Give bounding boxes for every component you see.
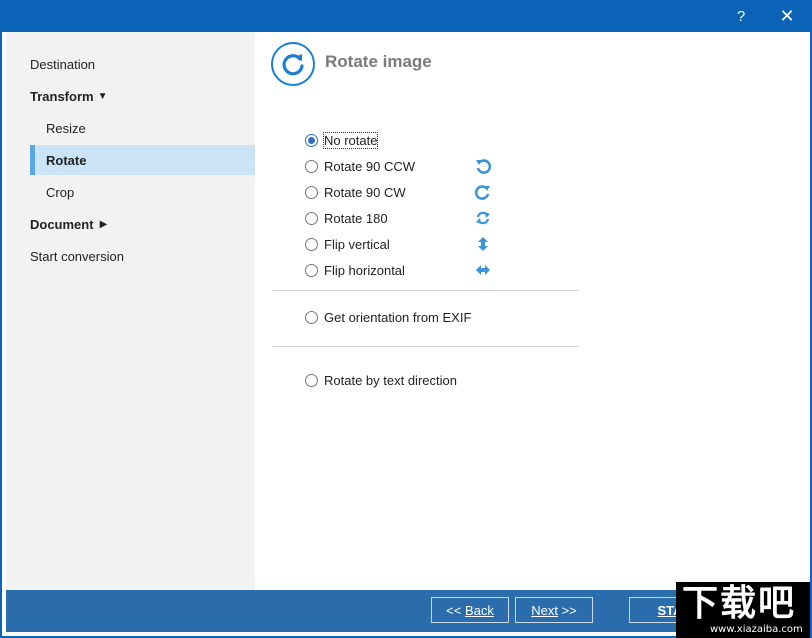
sidebar-item-document[interactable]: Document ▶ — [30, 209, 107, 239]
option-label: Rotate 180 — [324, 210, 388, 226]
option-label: Get orientation from EXIF — [324, 309, 472, 325]
divider — [273, 290, 579, 291]
sidebar-item-label: Rotate — [46, 152, 87, 168]
watermark-logo: 下载吧 www.xiazaiba.com — [676, 582, 810, 638]
sidebar-item-destination[interactable]: Destination — [30, 49, 95, 79]
radio-button[interactable] — [305, 310, 318, 324]
option-no-rotate[interactable]: No rotate — [305, 129, 379, 151]
sidebar-item-label: Resize — [46, 120, 86, 136]
close-button[interactable]: ✕ — [764, 0, 810, 32]
option-flip-horizontal[interactable]: Flip horizontal — [305, 259, 495, 281]
sidebar: Destination Transform ▼ Resize Rotate Cr… — [6, 32, 255, 590]
sidebar-item-transform[interactable]: Transform ▼ — [30, 81, 107, 111]
page-title: Rotate image — [325, 52, 432, 71]
rotate-cw-icon — [271, 42, 315, 86]
back-button[interactable]: << Back — [431, 597, 509, 623]
radio-button[interactable] — [305, 237, 318, 251]
main-panel: Rotate image No rotate Rotate 90 CCW Rot… — [255, 32, 810, 590]
watermark-url: www.xiazaiba.com — [710, 624, 803, 635]
option-orientation-exif[interactable]: Get orientation from EXIF — [305, 306, 471, 328]
option-label: Rotate 90 CCW — [324, 158, 416, 174]
option-label: No rotate — [322, 131, 379, 149]
sidebar-item-label: Start conversion — [30, 248, 124, 264]
next-label: Next — [531, 602, 558, 618]
sidebar-item-label: Crop — [46, 184, 75, 200]
option-rotate-90-cw[interactable]: Rotate 90 CW — [305, 181, 495, 203]
radio-button[interactable] — [305, 373, 318, 387]
help-button[interactable]: ? — [718, 0, 764, 32]
back-prefix: << — [446, 602, 465, 618]
radio-button[interactable] — [305, 211, 318, 225]
option-rotate-text-direction[interactable]: Rotate by text direction — [305, 369, 457, 391]
sidebar-item-crop[interactable]: Crop — [30, 177, 255, 207]
option-label: Flip horizontal — [324, 262, 405, 278]
window-titlebar: ? ✕ — [0, 0, 812, 32]
rotate-cw-icon — [475, 185, 490, 200]
option-label: Rotate by text direction — [324, 372, 457, 388]
watermark-text: 下载吧 — [682, 583, 797, 624]
sidebar-item-label: Document — [30, 216, 94, 232]
next-suffix: >> — [557, 602, 577, 618]
flip-horizontal-icon — [476, 265, 490, 275]
window-client: Destination Transform ▼ Resize Rotate Cr… — [2, 32, 810, 636]
next-button[interactable]: Next >> — [515, 597, 593, 623]
sidebar-item-label: Transform — [30, 88, 94, 104]
sidebar-item-rotate[interactable]: Rotate — [30, 145, 255, 175]
option-label: Flip vertical — [324, 236, 390, 252]
rotate-ccw-icon — [476, 159, 491, 174]
option-rotate-90-ccw[interactable]: Rotate 90 CCW — [305, 155, 495, 177]
back-label: Back — [464, 602, 494, 618]
sidebar-item-start-conversion[interactable]: Start conversion — [30, 241, 124, 271]
caret-down-icon: ▼ — [97, 90, 108, 102]
radio-button[interactable] — [305, 159, 318, 173]
flip-vertical-icon — [478, 237, 488, 251]
radio-button[interactable] — [305, 185, 318, 199]
radio-button[interactable] — [305, 133, 318, 147]
divider — [273, 346, 579, 347]
radio-button[interactable] — [305, 263, 318, 277]
option-flip-vertical[interactable]: Flip vertical — [305, 233, 495, 255]
sidebar-item-label: Destination — [30, 56, 96, 72]
option-rotate-180[interactable]: Rotate 180 — [305, 207, 495, 229]
sidebar-item-resize[interactable]: Resize — [30, 113, 255, 143]
caret-right-icon: ▶ — [99, 218, 108, 230]
rotate-180-icon — [476, 211, 490, 225]
option-label: Rotate 90 CW — [324, 184, 406, 200]
